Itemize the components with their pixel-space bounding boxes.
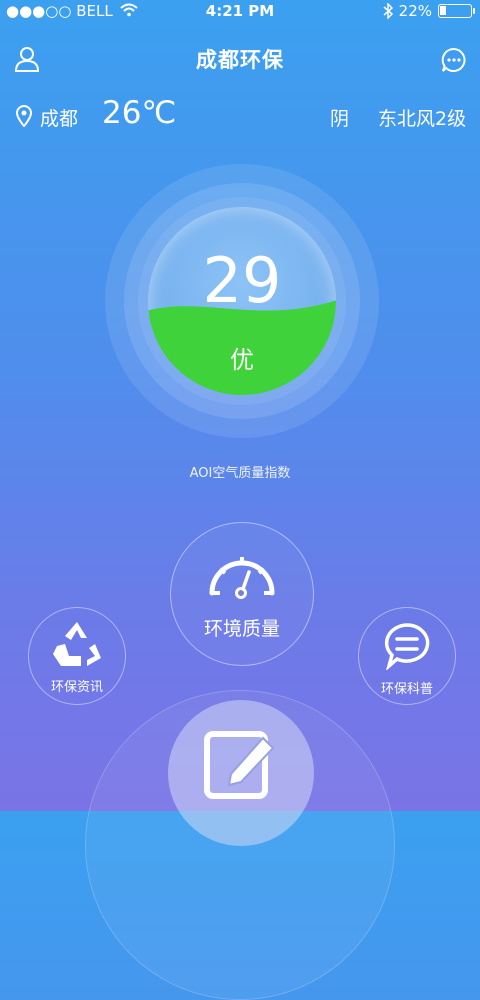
bluetooth-icon — [383, 3, 393, 19]
battery-fill — [440, 6, 446, 15]
temperature: 26℃ — [102, 95, 177, 131]
wind-info: 东北风2级 — [378, 108, 467, 130]
speedometer-icon — [209, 557, 275, 599]
env-science-label: 环保科普 — [380, 682, 433, 697]
environment-quality-label: 环境质量 — [203, 618, 280, 640]
aqi-level: 优 — [230, 346, 254, 374]
aqi-caption: AOI空气质量指数 — [189, 466, 291, 481]
city-label: 成都 — [40, 108, 79, 130]
page-title: 成都环保 — [196, 48, 284, 72]
env-science-button[interactable]: 环保科普 — [358, 607, 456, 705]
status-right: 22% — [383, 2, 475, 20]
env-news-button[interactable]: 环保资讯 — [28, 607, 126, 705]
recycle-icon — [53, 622, 101, 666]
report-button[interactable] — [168, 700, 314, 846]
weather-condition: 阴 — [330, 108, 350, 130]
environment-quality-button[interactable]: 环境质量 — [170, 522, 314, 666]
status-bar: ●●●○○ BELL 4:21 PM 22% — [0, 0, 480, 24]
env-news-label: 环保资讯 — [50, 680, 103, 695]
location-pin-icon — [16, 105, 32, 127]
aqi-value: 29 — [202, 244, 282, 317]
message-icon — [384, 623, 430, 670]
battery-percent: 22% — [398, 2, 432, 20]
battery-icon — [438, 4, 475, 18]
chat-bubble-icon[interactable] — [440, 46, 468, 74]
edit-icon — [204, 731, 275, 799]
